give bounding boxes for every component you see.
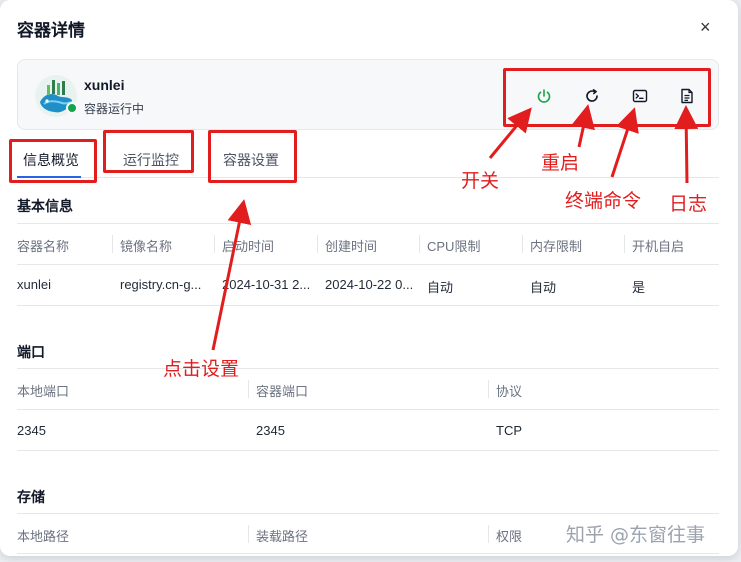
watermark: 知乎 @东窗往事 [566, 524, 706, 546]
annotation-settings: 点击设置 [163, 358, 240, 380]
annotation-terminal: 终端命令 [565, 190, 642, 212]
annotation-arrows [211, 104, 699, 351]
annotation-restart: 重启 [541, 152, 580, 174]
annotation-power: 开关 [461, 170, 500, 192]
annotation-log: 日志 [669, 193, 708, 215]
